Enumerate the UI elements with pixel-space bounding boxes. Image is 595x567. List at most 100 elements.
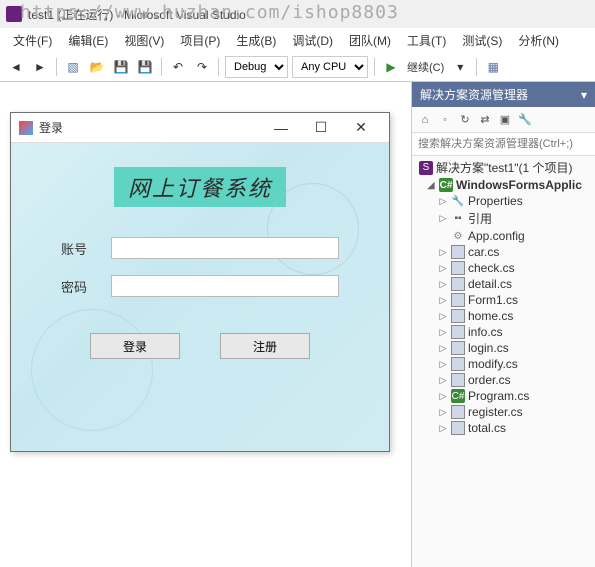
form-icon [451,277,465,291]
references-node[interactable]: ▷ ▪▪ 引用 [412,209,595,228]
expand-icon[interactable]: ▷ [438,423,448,434]
continue-dropdown-icon[interactable]: ▾ [450,57,470,77]
password-row: 密码 [61,275,339,297]
expand-icon[interactable]: ◢ [426,180,436,191]
file-node[interactable]: ▷Form1.cs [412,292,595,308]
undo-button[interactable]: ↶ [168,57,188,77]
register-button[interactable]: 注册 [220,333,310,359]
password-input[interactable] [111,275,339,297]
expand-icon[interactable]: ▷ [438,391,448,402]
form-icon [451,245,465,259]
expand-icon[interactable]: ▷ [438,213,448,224]
menu-build[interactable]: 生成(B) [229,30,283,51]
minimize-button[interactable]: — [261,114,301,142]
file-label: total.cs [468,421,506,435]
references-label: 引用 [468,210,492,227]
file-label: detail.cs [468,277,512,291]
separator [476,58,477,76]
continue-button[interactable]: ▶ [381,57,401,77]
file-node[interactable]: ▷car.cs [412,244,595,260]
toolbox-button[interactable]: ▦ [483,57,503,77]
expand-icon[interactable]: ▷ [438,196,448,207]
expand-icon[interactable]: ▷ [438,407,448,418]
redo-button[interactable]: ↷ [192,57,212,77]
home-button[interactable]: ⌂ [416,111,434,129]
show-all-button[interactable]: ▣ [496,111,514,129]
main-menubar: 文件(F) 编辑(E) 视图(V) 项目(P) 生成(B) 调试(D) 团队(M… [0,28,595,52]
file-node[interactable]: ▷order.cs [412,372,595,388]
solution-search-input[interactable] [412,133,595,155]
properties-node[interactable]: ▷ 🔧 Properties [412,193,595,209]
nav-fwd-button[interactable]: ► [30,57,50,77]
menu-project[interactable]: 项目(P) [173,30,227,51]
collapse-button[interactable]: ◦ [436,111,454,129]
expand-icon[interactable]: ▷ [438,295,448,306]
form-icon [451,261,465,275]
refresh-button[interactable]: ↻ [456,111,474,129]
new-project-button[interactable]: ▧ [63,57,83,77]
workspace: 登录 — ☐ ✕ 网上订餐系统 账号 密码 登录 注册 [0,82,595,567]
expand-icon[interactable]: ▷ [438,359,448,370]
nav-back-button[interactable]: ◄ [6,57,26,77]
solution-explorer-panel: 解决方案资源管理器 ▾ ⌂ ◦ ↻ ⇄ ▣ 🔧 S 解决方案"test1"(1 … [411,82,595,567]
form-icon [451,405,465,419]
menu-tools[interactable]: 工具(T) [400,30,453,51]
file-node[interactable]: ▷ home.cs [412,308,595,324]
properties-button[interactable]: 🔧 [516,111,534,129]
menu-edit[interactable]: 编辑(E) [61,30,115,51]
file-label: home.cs [468,309,513,323]
maximize-button[interactable]: ☐ [301,114,341,142]
file-node[interactable]: ▷ total.cs [412,420,595,436]
menu-view[interactable]: 视图(V) [117,30,171,51]
solution-icon: S [419,161,433,175]
form-icon [451,325,465,339]
menu-file[interactable]: 文件(F) [6,30,59,51]
file-node[interactable]: ▷check.cs [412,260,595,276]
login-form-window: 登录 — ☐ ✕ 网上订餐系统 账号 密码 登录 注册 [10,112,390,452]
expand-icon[interactable]: ▷ [438,311,448,322]
config-icon: ⚙ [451,229,465,243]
account-input[interactable] [111,237,339,259]
platform-dropdown[interactable]: Any CPU [292,56,368,78]
expand-icon[interactable]: ▷ [438,247,448,258]
project-label: WindowsFormsApplic [456,178,582,192]
menu-team[interactable]: 团队(M) [342,30,398,51]
expand-icon[interactable]: ▷ [438,263,448,274]
file-node[interactable]: ▷C#Program.cs [412,388,595,404]
project-node[interactable]: ◢ C# WindowsFormsApplic [412,177,595,193]
continue-label[interactable]: 继续(C) [405,59,446,75]
separator [56,58,57,76]
expand-icon[interactable]: ▷ [438,375,448,386]
file-node[interactable]: ▷ register.cs [412,404,595,420]
file-node[interactable]: ▷login.cs [412,340,595,356]
save-button[interactable]: 💾 [111,57,131,77]
account-label: 账号 [61,239,97,258]
open-file-button[interactable]: 📂 [87,57,107,77]
login-button[interactable]: 登录 [90,333,180,359]
panel-title: 解决方案资源管理器 [420,86,528,103]
form-titlebar: 登录 — ☐ ✕ [11,113,389,143]
form-icon [451,373,465,387]
file-label: register.cs [468,405,523,419]
panel-dropdown-icon[interactable]: ▾ [581,88,587,102]
expand-icon[interactable]: ▷ [438,279,448,290]
separator [374,58,375,76]
menu-test[interactable]: 测试(S) [455,30,509,51]
form-body: 网上订餐系统 账号 密码 登录 注册 [11,143,389,451]
file-node[interactable]: ▷ detail.cs [412,276,595,292]
designer-surface: 登录 — ☐ ✕ 网上订餐系统 账号 密码 登录 注册 [0,82,411,567]
main-toolbar: ◄ ► ▧ 📂 💾 💾 ↶ ↷ Debug Any CPU ▶ 继续(C) ▾ … [0,52,595,82]
menu-analyze[interactable]: 分析(N) [511,30,566,51]
file-node[interactable]: ▷modify.cs [412,356,595,372]
config-dropdown[interactable]: Debug [225,56,288,78]
expand-icon[interactable]: ▷ [438,327,448,338]
password-label: 密码 [61,277,97,296]
save-all-button[interactable]: 💾 [135,57,155,77]
sync-button[interactable]: ⇄ [476,111,494,129]
menu-debug[interactable]: 调试(D) [285,30,340,51]
expand-icon[interactable]: ▷ [438,343,448,354]
solution-root[interactable]: S 解决方案"test1"(1 个项目) [412,158,595,177]
appconfig-node[interactable]: ⚙ App.config [412,228,595,244]
close-button[interactable]: ✕ [341,114,381,142]
file-node[interactable]: ▷info.cs [412,324,595,340]
